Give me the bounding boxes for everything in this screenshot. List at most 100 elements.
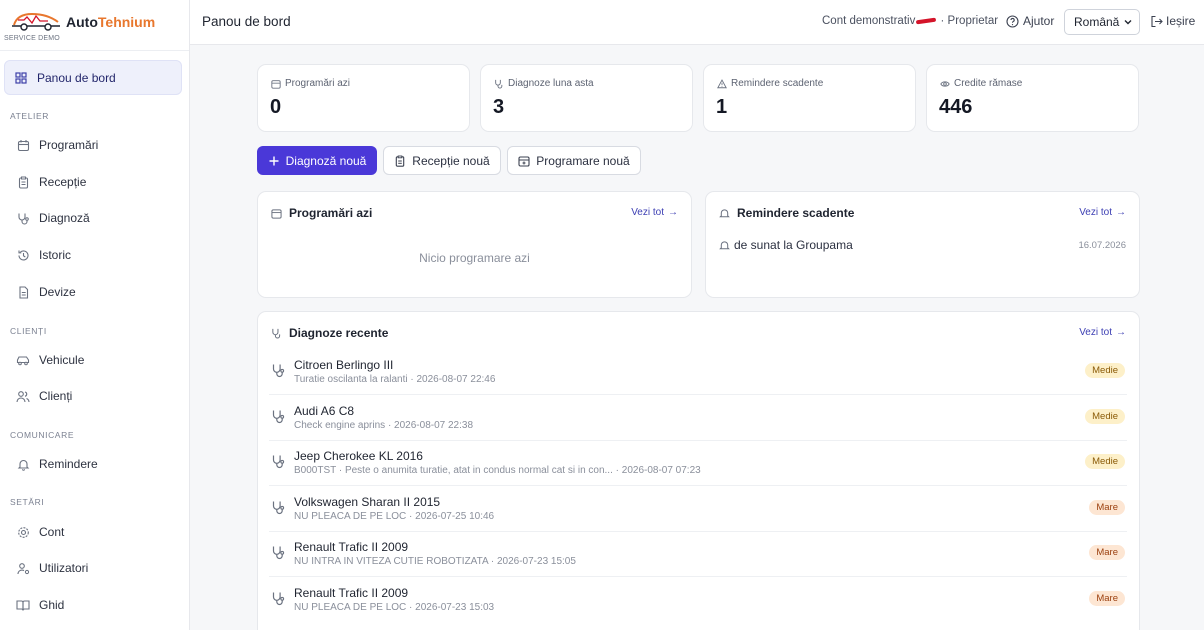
diagnosis-meta: NU INTRA IN VITEZA CUTIE ROBOTIZATA · 20…	[294, 556, 576, 567]
document-icon	[16, 285, 30, 299]
sidebar-section-settings: SETĂRI	[10, 497, 45, 507]
sidebar-item-label: Utilizatori	[39, 561, 89, 575]
stat-value: 446	[939, 96, 973, 118]
stat-card-diagnoses[interactable]: Diagnoze luna asta 3	[480, 64, 693, 132]
diagnosis-meta: NU PLEACA DE PE LOC · 2026-07-23 15:03	[294, 602, 495, 613]
arrow-right-icon: →	[668, 207, 678, 218]
sidebar-item-estimates[interactable]: Devize	[16, 282, 76, 302]
stat-card-credits[interactable]: Credite rămase 446	[926, 64, 1139, 132]
diagnosis-vehicle: Citroen Berlingo III	[294, 358, 394, 372]
button-label: Programare nouă	[536, 153, 630, 168]
sidebar-item-reception[interactable]: Recepție	[16, 172, 86, 192]
logout-button[interactable]: Ieșire	[1150, 14, 1195, 28]
button-label: Diagnoză nouă	[285, 153, 367, 168]
diagnosis-row[interactable]: Citroen Berlingo III Turatie oscilanta l…	[269, 350, 1127, 395]
car-logo-icon	[12, 12, 60, 31]
stat-value: 1	[716, 96, 728, 118]
new-reception-button[interactable]: Recepție nouă	[383, 146, 501, 175]
brand-subtitle: SERVICE DEMO	[4, 35, 60, 42]
diagnosis-row[interactable]: Renault Trafic II 2009 NU PLEACA DE PE L…	[269, 578, 1127, 623]
diagnosis-vehicle: Renault Trafic II 2009	[294, 586, 409, 600]
diagnosis-row[interactable]: Volkswagen Sharan II 2015 NU PLEACA DE P…	[269, 487, 1127, 532]
sidebar-item-label: Remindere	[39, 457, 98, 471]
sidebar-item-users[interactable]: Utilizatori	[16, 558, 88, 578]
diagnosis-row[interactable]: Jeep Cherokee KL 2016 B000TST · Peste o …	[269, 441, 1127, 486]
calendar-icon	[16, 138, 30, 152]
reminder-item[interactable]: de sunat la Groupama	[719, 238, 853, 252]
see-all-label: Vezi tot	[631, 207, 664, 218]
stat-label: Remindere scadente	[731, 78, 824, 89]
stat-value: 3	[493, 96, 505, 118]
divider	[0, 50, 189, 51]
stethoscope-icon	[272, 455, 285, 469]
stat-card-appointments[interactable]: Programări azi 0	[257, 64, 470, 132]
sidebar-item-label: Vehicule	[39, 353, 85, 367]
stethoscope-icon	[272, 410, 285, 424]
diagnosis-row[interactable]: Renault Trafic II 2009 NU INTRA IN VITEZ…	[269, 532, 1127, 577]
sidebar-item-account[interactable]: Cont	[16, 522, 64, 542]
plus-icon	[269, 156, 279, 165]
stethoscope-icon	[272, 501, 285, 515]
divider	[269, 576, 1127, 577]
sidebar-item-history[interactable]: Istoric	[16, 245, 71, 265]
book-icon	[16, 598, 30, 612]
language-select[interactable]: Română	[1064, 9, 1140, 35]
bell-icon	[16, 457, 30, 471]
page-title: Panou de bord	[202, 14, 291, 29]
help-label: Ajutor	[1023, 14, 1055, 28]
sidebar-item-dashboard[interactable]: Panou de bord	[14, 68, 116, 88]
help-link[interactable]: Ajutor	[1006, 14, 1054, 28]
reminder-text: de sunat la Groupama	[734, 238, 853, 252]
stethoscope-icon	[495, 79, 503, 89]
severity-badge: Medie	[1085, 363, 1125, 378]
sidebar-item-appointments[interactable]: Programări	[16, 135, 98, 155]
sidebar-item-vehicles[interactable]: Vehicule	[16, 350, 84, 370]
severity-badge: Medie	[1085, 409, 1125, 424]
topbar: Panou de bord Cont demonstrativ · Propri…	[190, 0, 1204, 45]
diagnosis-meta: Turatie oscilanta la ralanti · 2026-08-0…	[294, 374, 496, 385]
see-all-label: Vezi tot	[1079, 207, 1112, 218]
see-all-diagnoses-link[interactable]: Vezi tot →	[1079, 327, 1126, 338]
sidebar-item-label: Panou de bord	[37, 71, 116, 85]
stat-card-reminders[interactable]: Remindere scadente 1	[703, 64, 916, 132]
see-all-reminders-link[interactable]: Vezi tot →	[1079, 207, 1126, 218]
severity-badge: Mare	[1089, 545, 1125, 560]
new-diagnosis-button[interactable]: Diagnoză nouă	[257, 146, 377, 175]
new-appointment-button[interactable]: Programare nouă	[507, 146, 641, 175]
reminder-date: 16.07.2026	[1078, 240, 1126, 251]
grid-icon	[14, 71, 28, 85]
panel-title: Programări azi	[271, 206, 372, 220]
users-icon	[16, 389, 30, 403]
panel-title-text: Remindere scadente	[737, 206, 855, 220]
help-circle-icon	[1006, 14, 1019, 28]
sidebar-item-guide[interactable]: Ghid	[16, 595, 64, 615]
car-icon	[16, 353, 30, 367]
diagnosis-meta: Check engine aprins · 2026-08-07 22:38	[294, 420, 474, 431]
chevron-down-icon	[1124, 20, 1132, 25]
stethoscope-icon	[272, 364, 285, 378]
sidebar-item-reminders[interactable]: Remindere	[16, 454, 98, 474]
clipboard-icon	[16, 175, 30, 189]
stat-label-row: Credite rămase	[940, 78, 1022, 89]
sidebar-item-diagnosis[interactable]: Diagnoză	[16, 208, 90, 228]
diagnosis-vehicle: Audi A6 C8	[294, 404, 355, 418]
sidebar-item-clients[interactable]: Clienți	[16, 386, 72, 406]
user-key-icon	[16, 561, 30, 575]
diagnosis-row[interactable]: Audi A6 C8 Check engine aprins · 2026-08…	[269, 396, 1127, 441]
logout-icon	[1151, 15, 1163, 27]
stat-label: Diagnoze luna asta	[508, 78, 594, 89]
sidebar-item-label: Devize	[39, 285, 76, 299]
calendar-icon	[271, 208, 282, 219]
arrow-right-icon: →	[1116, 327, 1126, 338]
sidebar-item-label: Clienți	[39, 389, 73, 403]
brand-logo[interactable]: AutoTehnium SERVICE DEMO	[4, 4, 184, 50]
stat-label-row: Programări azi	[271, 78, 350, 89]
history-icon	[16, 248, 30, 262]
panel-title: Remindere scadente	[719, 206, 854, 220]
arrow-right-icon: →	[1116, 207, 1126, 218]
see-all-appointments-link[interactable]: Vezi tot →	[631, 207, 678, 218]
account-info: Cont demonstrativ · Proprietar	[822, 15, 998, 27]
severity-badge: Mare	[1089, 500, 1125, 515]
stat-label-row: Diagnoze luna asta	[494, 78, 594, 89]
sidebar-item-label: Programări	[39, 138, 99, 152]
